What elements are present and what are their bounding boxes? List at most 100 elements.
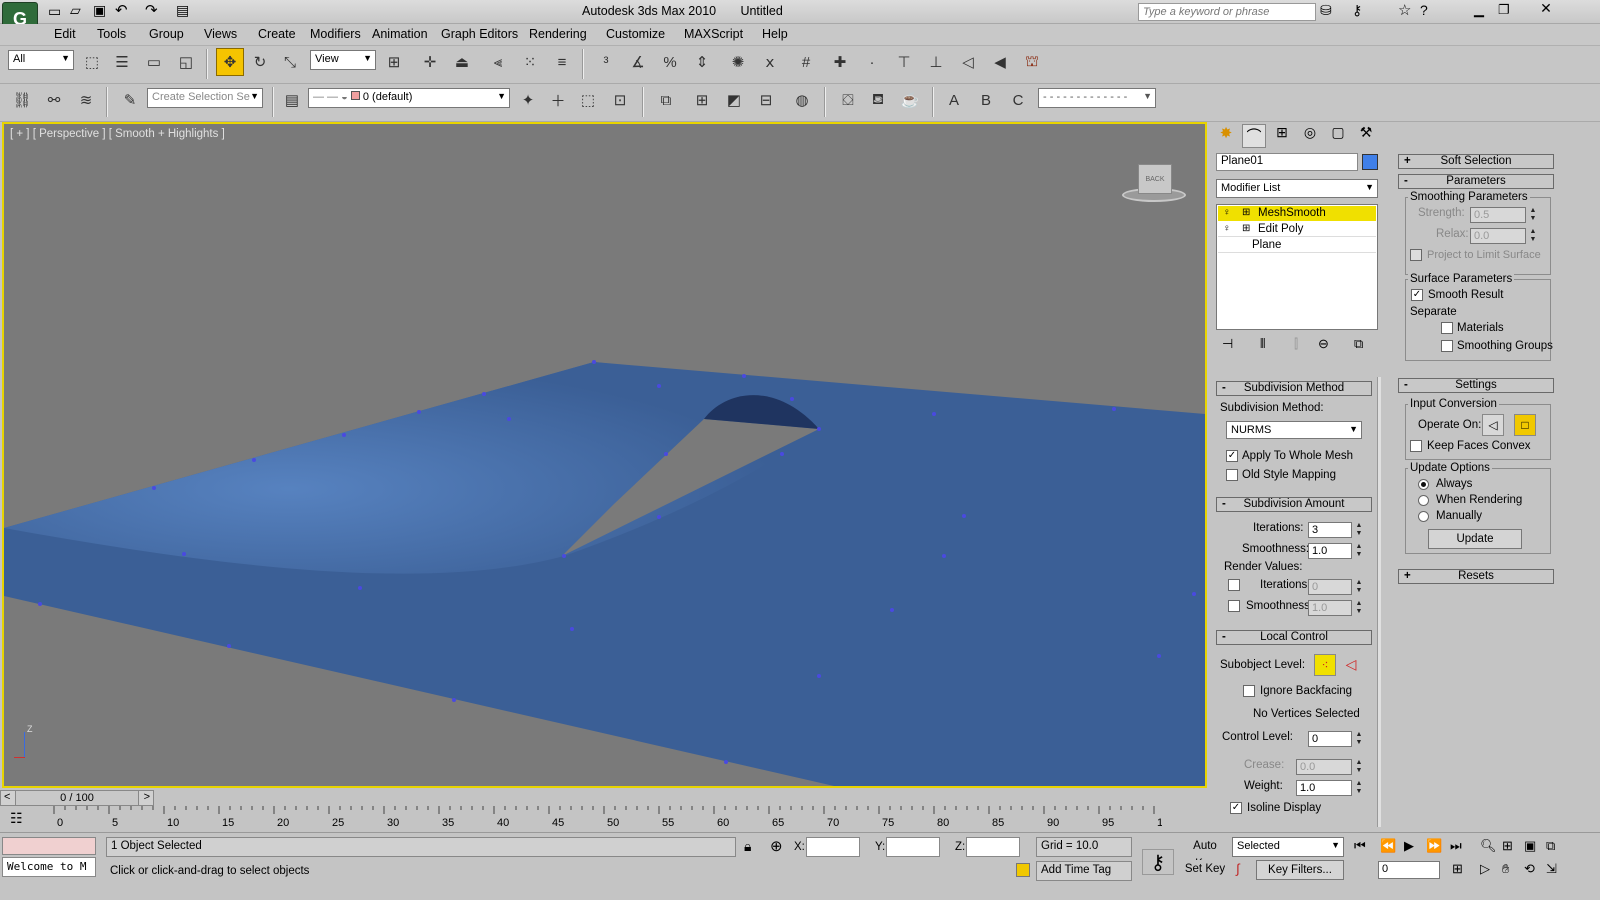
time-ruler[interactable]: 0 5 10 15 20 25 30 35 40 45 50 55 60 65 70 75 80 85 90 95 10… xyxy=(52,806,1162,830)
spinner-snap-icon[interactable]: ⇕ xyxy=(688,48,716,76)
menu-edit[interactable]: Edit xyxy=(54,27,76,41)
open-file-icon[interactable]: ▱ xyxy=(70,2,81,19)
select-in-layer-icon[interactable]: ⬚ xyxy=(574,86,602,114)
remove-modifier-icon[interactable]: ⊖ xyxy=(1318,336,1329,352)
current-frame-field[interactable]: 0 xyxy=(1378,861,1440,879)
local-control-rollout[interactable]: - Local Control xyxy=(1216,630,1372,645)
teapot-b-icon[interactable]: B xyxy=(972,86,1000,114)
percent-snap-icon[interactable]: % xyxy=(656,48,684,76)
vertex-subobject-icon[interactable]: ⁖ xyxy=(1314,654,1336,676)
curve-editor-icon[interactable]: ◩ xyxy=(720,86,748,114)
create-tab-icon[interactable]: ✸ xyxy=(1214,124,1238,148)
pan-icon[interactable]: ✋︎ xyxy=(1502,861,1509,877)
smoothing-groups-checkbox[interactable] xyxy=(1441,340,1453,352)
layers-icon[interactable]: ≡ xyxy=(548,48,576,76)
add-time-tag[interactable]: Add Time Tag xyxy=(1036,861,1132,881)
schematic-view-icon[interactable]: ⊟ xyxy=(752,86,780,114)
field-of-view-icon[interactable]: ▷ xyxy=(1480,861,1490,877)
update-button[interactable]: Update xyxy=(1428,529,1522,549)
hierarchy-tab-icon[interactable]: ⊞ xyxy=(1270,124,1294,148)
iterations-spinner-arrows[interactable]: ▲ ▼ xyxy=(1354,522,1364,538)
stack-item-edit-poly[interactable]: ♀ ⊞ Edit Poly xyxy=(1218,222,1376,237)
redo-icon[interactable]: ↷ xyxy=(145,1,158,19)
settings-rollout[interactable]: - Settings xyxy=(1398,378,1554,393)
zoom-all-icon[interactable]: ⊞ xyxy=(1502,838,1513,854)
select-move-icon[interactable]: ✥ xyxy=(216,48,244,76)
create-layer-icon[interactable]: ✦ xyxy=(514,86,542,114)
display-tab-icon[interactable]: ▢ xyxy=(1326,124,1350,148)
set-key-button[interactable]: Set Key xyxy=(1182,860,1228,880)
key-tangent-icon[interactable]: ∫ xyxy=(1236,861,1240,876)
xy-constraint-icon[interactable]: ⅹ xyxy=(756,48,784,76)
project-limit-surface-checkbox[interactable] xyxy=(1410,249,1422,261)
vertex-snap-icon[interactable]: · xyxy=(858,48,886,76)
render-smoothness-spinner-arrows[interactable]: ▲ ▼ xyxy=(1354,600,1364,616)
render-iterations-spinner[interactable]: 0 xyxy=(1308,579,1352,595)
menu-modifiers[interactable]: Modifiers xyxy=(310,27,361,41)
select-object-icon[interactable]: ⬚ xyxy=(78,48,106,76)
edge-subobject-icon[interactable]: ◁ xyxy=(1340,654,1362,676)
strength-spinner[interactable]: 0.5 xyxy=(1470,207,1526,223)
smoothness-spinner-arrows[interactable]: ▲ ▼ xyxy=(1354,543,1364,559)
absolute-mode-icon[interactable]: ⊕ xyxy=(770,837,783,855)
unlink-icon[interactable]: ⚯ xyxy=(40,86,68,114)
go-to-start-icon[interactable]: ⏮ xyxy=(1354,838,1366,854)
make-unique-icon[interactable]: ⫿ xyxy=(1294,336,1298,352)
perpendicular-snap-icon[interactable]: ◀ xyxy=(986,48,1014,76)
layer-manager-icon[interactable]: ▤ xyxy=(278,86,306,114)
face-snap-icon[interactable]: ◁ xyxy=(954,48,982,76)
isoline-display-checkbox[interactable]: ✓ xyxy=(1230,802,1242,814)
close-icon[interactable]: ✕ xyxy=(1524,0,1568,20)
menu-customize[interactable]: Customize xyxy=(606,27,665,41)
subdivision-method-dropdown[interactable]: NURMS ▼ xyxy=(1226,421,1362,439)
menu-views[interactable]: Views xyxy=(204,27,237,41)
play-icon[interactable]: ▶ xyxy=(1404,838,1414,854)
apply-whole-mesh-checkbox[interactable]: ✓ xyxy=(1226,450,1238,462)
select-by-name-icon[interactable]: ☰ xyxy=(108,48,136,76)
track-view-icon[interactable]: ⊞ xyxy=(688,86,716,114)
update-always-radio[interactable] xyxy=(1418,479,1429,490)
left-panel-scrollbar[interactable] xyxy=(1377,377,1381,827)
pivot-snap-icon[interactable]: ✚ xyxy=(826,48,854,76)
menu-tools[interactable]: Tools xyxy=(97,27,126,41)
next-frame-icon[interactable]: ⏩ xyxy=(1426,838,1442,854)
menu-help[interactable]: Help xyxy=(762,27,788,41)
undo-icon[interactable]: ↶ xyxy=(115,1,128,19)
show-end-result-icon[interactable]: ⫴ xyxy=(1260,336,1265,352)
object-color-swatch[interactable] xyxy=(1362,154,1378,170)
resets-rollout[interactable]: + Resets xyxy=(1398,569,1554,584)
layer-dropdown[interactable]: — — ◒ 0 (default) ▼ xyxy=(308,88,510,108)
add-to-layer-icon[interactable]: ＋ xyxy=(544,86,572,114)
zoom-extents-all-icon[interactable]: ⧉ xyxy=(1546,838,1555,854)
selection-filter-dropdown[interactable]: All ▼ xyxy=(8,50,74,70)
reference-coordinate-dropdown[interactable]: View ▼ xyxy=(310,50,376,70)
teapot-a-icon[interactable]: A xyxy=(940,86,968,114)
mirror-icon[interactable]: ⫷ xyxy=(484,48,512,76)
time-slider[interactable]: < 0 / 100 > xyxy=(0,790,154,806)
control-level-spinner-arrows[interactable]: ▲ ▼ xyxy=(1354,731,1364,747)
window-crossing-icon[interactable]: ◱ xyxy=(172,48,200,76)
plane-mesh[interactable] xyxy=(4,124,1205,786)
menu-maxscript[interactable]: MAXScript xyxy=(684,27,743,41)
link-icon[interactable]: ⛓ xyxy=(8,86,36,114)
motion-tab-icon[interactable]: ◎ xyxy=(1298,124,1322,148)
maxscript-listener-pink[interactable] xyxy=(2,837,96,855)
pivot-center-icon[interactable]: ⊞ xyxy=(380,48,408,76)
parameters-rollout[interactable]: - Parameters xyxy=(1398,174,1554,189)
help-icon[interactable]: ? xyxy=(1420,2,1428,18)
menu-create[interactable]: Create xyxy=(258,27,296,41)
z-coord-field[interactable] xyxy=(966,837,1020,857)
iterations-spinner[interactable]: 3 xyxy=(1308,522,1352,538)
smoothness-spinner[interactable]: 1.0 xyxy=(1308,543,1352,559)
subdivision-amount-rollout[interactable]: - Subdivision Amount xyxy=(1216,497,1372,512)
rect-selection-icon[interactable]: ▭ xyxy=(140,48,168,76)
keep-faces-convex-checkbox[interactable] xyxy=(1410,440,1422,452)
maximize-viewport-icon[interactable]: ⇲ xyxy=(1546,861,1557,877)
layer-stack-icon[interactable]: ⧉ xyxy=(652,86,680,114)
bind-spacewarp-icon[interactable]: ≋ xyxy=(72,86,100,114)
select-rotate-icon[interactable]: ↻ xyxy=(246,48,274,76)
stack-item-meshsmooth[interactable]: ♀ ⊞ MeshSmooth xyxy=(1218,206,1376,221)
search-input[interactable]: Type a keyword or phrase xyxy=(1138,3,1316,21)
pin-stack-icon[interactable]: ⊣ xyxy=(1222,336,1233,352)
quick-render-icon[interactable]: ☕ xyxy=(896,86,924,114)
